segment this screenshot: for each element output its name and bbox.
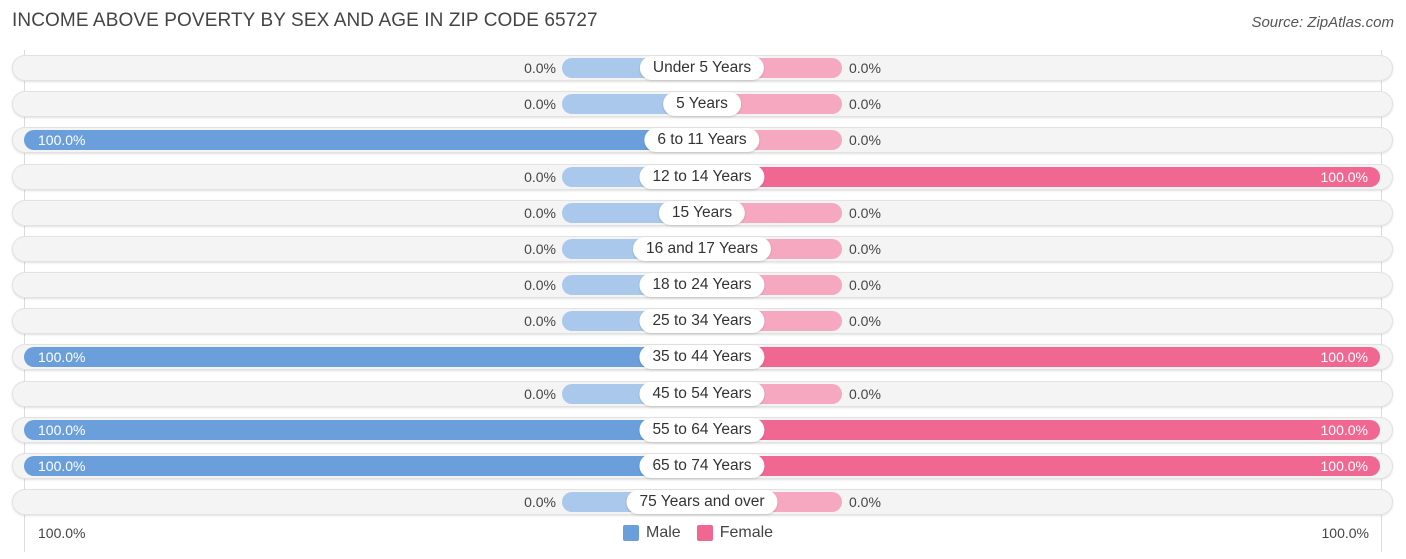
category-label: 35 to 44 Years [639,345,765,370]
value-label-male: 100.0% [38,457,86,474]
category-label: 18 to 24 Years [639,273,765,298]
bar-female[interactable] [702,347,1380,368]
category-label: 75 Years and over [626,490,778,515]
value-label-male: 0.0% [524,96,556,113]
value-label-male: 0.0% [524,168,556,185]
value-label-female: 100.0% [1320,457,1368,474]
legend-label-female: Female [719,524,774,541]
value-label-female: 0.0% [849,494,881,511]
value-label-female: 0.0% [849,240,881,257]
value-label-male: 0.0% [524,60,556,76]
category-label: Under 5 Years [639,56,765,80]
bar-female[interactable] [702,419,1380,440]
legend-label-male: Male [646,524,681,541]
source-label: Source: ZipAtlas.com [1251,14,1394,31]
axis-label-right: 100.0% [1321,525,1369,541]
category-label: 12 to 14 Years [639,164,765,189]
bar-male[interactable] [24,347,702,368]
chart-title: INCOME ABOVE POVERTY BY SEX AND AGE IN Z… [12,10,598,31]
category-label: 45 to 54 Years [639,381,765,406]
bar-male[interactable] [24,419,702,440]
value-label-male: 0.0% [524,240,556,257]
value-label-female: 0.0% [849,313,881,330]
category-label: 15 Years [658,200,746,225]
value-label-female: 100.0% [1320,349,1368,366]
value-label-male: 0.0% [524,385,556,402]
value-label-male: 0.0% [524,313,556,330]
value-label-male: 100.0% [38,349,86,366]
category-label: 6 to 11 Years [644,128,760,153]
category-label: 25 to 34 Years [639,309,765,334]
bar-male[interactable] [24,455,702,476]
value-label-female: 0.0% [849,204,881,221]
value-label-male: 100.0% [38,421,86,438]
bar-male[interactable] [24,130,702,151]
value-label-male: 100.0% [38,132,86,149]
value-label-female: 0.0% [849,277,881,294]
value-label-male: 0.0% [524,494,556,511]
value-label-male: 0.0% [524,204,556,221]
category-label: 16 and 17 Years [632,236,772,261]
legend-item-female[interactable]: Female [696,524,774,542]
bar-female[interactable] [702,166,1380,187]
value-label-female: 0.0% [849,96,881,113]
value-label-female: 100.0% [1320,421,1368,438]
category-label: 65 to 74 Years [639,453,765,478]
legend-swatch-male [623,525,639,541]
axis-label-left: 100.0% [38,525,86,541]
legend-swatch-female [696,525,713,541]
value-label-female: 0.0% [849,132,881,149]
value-label-male: 0.0% [524,277,556,294]
category-label: 5 Years [663,92,741,117]
value-label-female: 100.0% [1320,168,1368,185]
value-label-female: 0.0% [849,385,881,402]
value-label-female: 0.0% [849,60,881,76]
legend: Male Female [623,524,789,542]
category-label: 55 to 64 Years [639,417,765,442]
legend-item-male[interactable]: Male [623,524,681,542]
bar-female[interactable] [702,455,1380,476]
